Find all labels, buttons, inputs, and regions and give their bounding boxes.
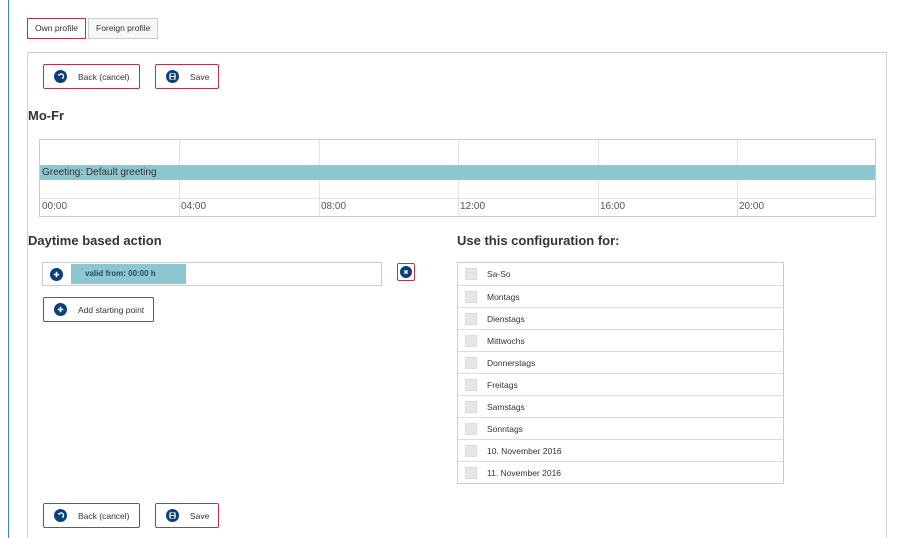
config-item-label: Dienstags [487,313,525,324]
plus-icon[interactable] [50,268,63,281]
save-button-top[interactable]: Save [155,64,220,89]
config-item-label: Sonntags [487,423,523,434]
greeting-bar[interactable]: Greeting: Default greeting [40,165,875,180]
daytime-action-title: Daytime based action [28,233,162,248]
remove-action-button[interactable] [397,263,415,281]
schedule-timeline: Greeting: Default greeting 00:00 04:00 0… [39,139,876,217]
config-item[interactable]: Samstags [458,395,783,417]
back-button-label: Back (cancel) [78,510,130,521]
config-title: Use this configuration for: [457,233,620,248]
config-item[interactable]: Dienstags [458,307,783,329]
checkbox[interactable] [465,444,477,457]
timeline-tick: 20:00 [739,201,765,212]
save-disk-icon [166,70,179,83]
config-item[interactable]: Sonntags [458,417,783,439]
back-cancel-button-bottom[interactable]: Back (cancel) [43,503,140,528]
daytime-action-row: valid from: 00:00 h [42,262,382,286]
save-disk-icon [166,509,179,522]
save-button-label: Save [190,71,210,82]
config-item-label: Donnerstags [487,357,536,368]
back-button-label: Back (cancel) [78,71,130,82]
checkbox[interactable] [465,312,477,325]
plus-circle-icon [54,303,67,316]
profile-panel: Back (cancel) Save Mo-Fr Greeting: Defau… [27,52,887,538]
schedule-title: Mo-Fr [28,108,65,123]
config-item-label: Samstags [487,401,525,412]
save-button-bottom[interactable]: Save [155,503,220,528]
config-item-label: Sa-So [487,269,511,279]
close-circle-icon [400,266,412,278]
configuration-day-list: Sa-So Montags Dienstags Mittwochs Donner… [457,262,784,484]
checkbox[interactable] [465,466,477,479]
profile-tabs: Own profile Foreign profile [27,18,159,39]
config-item[interactable]: Montags [458,285,783,307]
add-starting-point-label: Add starting point [78,304,145,315]
timeline-tick: 12:00 [460,201,486,212]
config-item[interactable]: Freitags [458,373,783,395]
checkbox[interactable] [465,268,477,280]
add-starting-point-button[interactable]: Add starting point [43,297,155,322]
tab-foreign-profile[interactable]: Foreign profile [88,18,159,39]
config-item-label: Montags [487,291,520,302]
valid-from-segment[interactable]: valid from: 00:00 h [71,264,186,284]
config-item-label: Freitags [487,379,518,390]
checkbox[interactable] [465,334,477,347]
config-item[interactable]: 11. November 2016 [458,461,783,483]
checkbox[interactable] [465,378,477,391]
checkbox[interactable] [465,356,477,369]
config-item-label: 10. November 2016 [487,445,562,456]
back-arrow-icon [54,509,67,522]
timeline-tick: 00:00 [42,201,68,212]
checkbox[interactable] [465,290,477,303]
save-button-label: Save [190,510,210,521]
config-item-label: 11. November 2016 [487,467,562,478]
config-item[interactable]: 10. November 2016 [458,439,783,461]
timeline-tick: 04:00 [181,201,207,212]
back-arrow-icon [54,70,67,83]
config-item[interactable]: Donnerstags [458,351,783,373]
config-item[interactable]: Sa-So [458,263,783,285]
timeline-tick: 16:00 [600,201,626,212]
checkbox[interactable] [465,400,477,413]
timeline-axis-line [40,198,875,199]
config-item-label: Mittwochs [487,335,525,346]
back-cancel-button-top[interactable]: Back (cancel) [43,64,140,89]
left-border-line [8,0,9,538]
config-item[interactable]: Mittwochs [458,329,783,351]
tab-own-profile[interactable]: Own profile [27,18,86,39]
timeline-tick: 08:00 [321,201,347,212]
checkbox[interactable] [465,422,477,435]
